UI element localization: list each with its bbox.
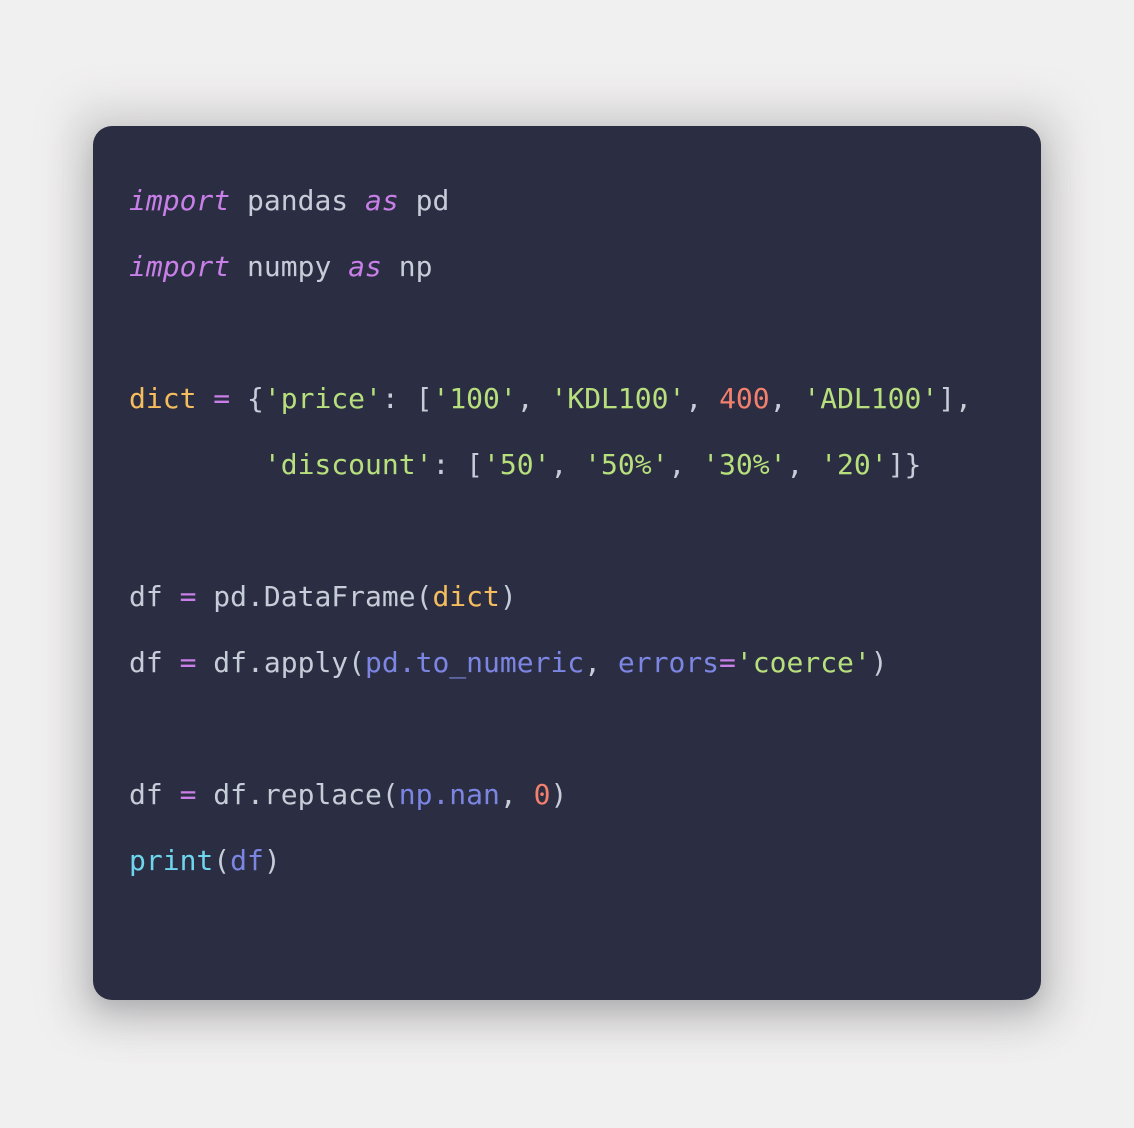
code-token-string: '50': [483, 448, 551, 481]
code-token-keyword: as: [365, 184, 399, 217]
code-token-punct: :: [381, 382, 416, 415]
code-token-punct: ): [870, 646, 888, 679]
screenshot-stage: import pandas as pd import numpy as np di…: [0, 0, 1134, 1128]
code-token-punct: ): [263, 844, 281, 877]
code-token-operator: =: [179, 646, 197, 679]
code-token-plain: pandas: [247, 184, 349, 217]
code-token-punct: (: [381, 778, 399, 811]
code-token-plain: numpy: [247, 250, 332, 283]
code-token-string: 'ADL100': [803, 382, 939, 415]
code-token-number: 400: [719, 382, 770, 415]
code-token-number: 0: [533, 778, 551, 811]
code-line: df = pd.DataFrame(dict): [129, 564, 1007, 630]
code-token-string: 'price': [263, 382, 382, 415]
code-token-string: 'discount': [263, 448, 433, 481]
code-token-keyword: as: [348, 250, 382, 283]
code-token-plain: df.replace: [213, 778, 382, 811]
code-token-string: '50%': [584, 448, 669, 481]
code-token-punct: ,: [516, 382, 551, 415]
code-token-string: 'KDL100': [550, 382, 686, 415]
code-token-keyword: import: [129, 184, 231, 217]
code-token-operator: =: [179, 778, 197, 811]
code-token-punct: {: [247, 382, 264, 415]
code-block[interactable]: import pandas as pd import numpy as np di…: [129, 168, 1007, 894]
code-token-punct: (: [415, 580, 433, 613]
code-token-plain: df: [129, 646, 163, 679]
code-token-func: print: [129, 844, 214, 877]
code-token-plain: pd: [415, 184, 450, 217]
code-token-ident: np.nan: [398, 778, 500, 811]
code-token-builtin: dict: [432, 580, 500, 613]
code-token-operator: =: [213, 382, 231, 415]
code-token-string: 'coerce': [735, 646, 871, 679]
code-token-punct: :: [432, 448, 467, 481]
code-token-punct: ): [550, 778, 568, 811]
code-token-ident: errors: [617, 646, 720, 679]
code-token-punct: ,: [499, 778, 534, 811]
code-token-operator: =: [179, 580, 197, 613]
code-line: df = df.apply(pd.to_numeric, errors='coe…: [129, 630, 1007, 696]
code-token-punct: (: [213, 844, 231, 877]
code-token-punct: [: [466, 448, 484, 481]
code-line: print(df): [129, 828, 1007, 894]
code-token-plain: df: [129, 778, 163, 811]
code-token-plain: df: [129, 580, 163, 613]
code-snippet-card: import pandas as pd import numpy as np di…: [93, 126, 1041, 1000]
code-line: import pandas as pd: [129, 168, 1007, 234]
code-token-punct: ,: [550, 448, 585, 481]
code-token-punct: (: [348, 646, 366, 679]
code-token-keyword: import: [129, 250, 231, 283]
code-token-builtin: dict: [129, 382, 197, 415]
code-token-operator: =: [719, 646, 736, 679]
code-line: dict = {'price': ['100', 'KDL100', 400, …: [129, 366, 1007, 432]
code-token-plain: df.apply: [213, 646, 349, 679]
code-token-string: '100': [432, 382, 517, 415]
code-token-string: '20': [820, 448, 888, 481]
code-line: import numpy as np: [129, 234, 1007, 300]
code-token-punct: ,: [769, 382, 804, 415]
code-token-punct: ): [499, 580, 517, 613]
code-token-ident: pd.to_numeric: [365, 646, 585, 679]
code-token-punct: ],: [938, 382, 972, 415]
code-token-punct: ]}: [887, 448, 922, 481]
code-token-plain: np: [398, 250, 433, 283]
code-token-punct: ,: [685, 382, 720, 415]
code-token-punct: ,: [668, 448, 703, 481]
code-line: df = df.replace(np.nan, 0): [129, 762, 1007, 828]
code-token-punct: ,: [786, 448, 821, 481]
code-token-plain: pd.DataFrame: [213, 580, 416, 613]
code-line: 'discount': ['50', '50%', '30%', '20']}: [129, 432, 1007, 498]
code-token-punct: [: [415, 382, 433, 415]
code-token-string: '30%': [702, 448, 787, 481]
code-token-ident: df: [230, 844, 264, 877]
code-token-punct: ,: [584, 646, 618, 679]
